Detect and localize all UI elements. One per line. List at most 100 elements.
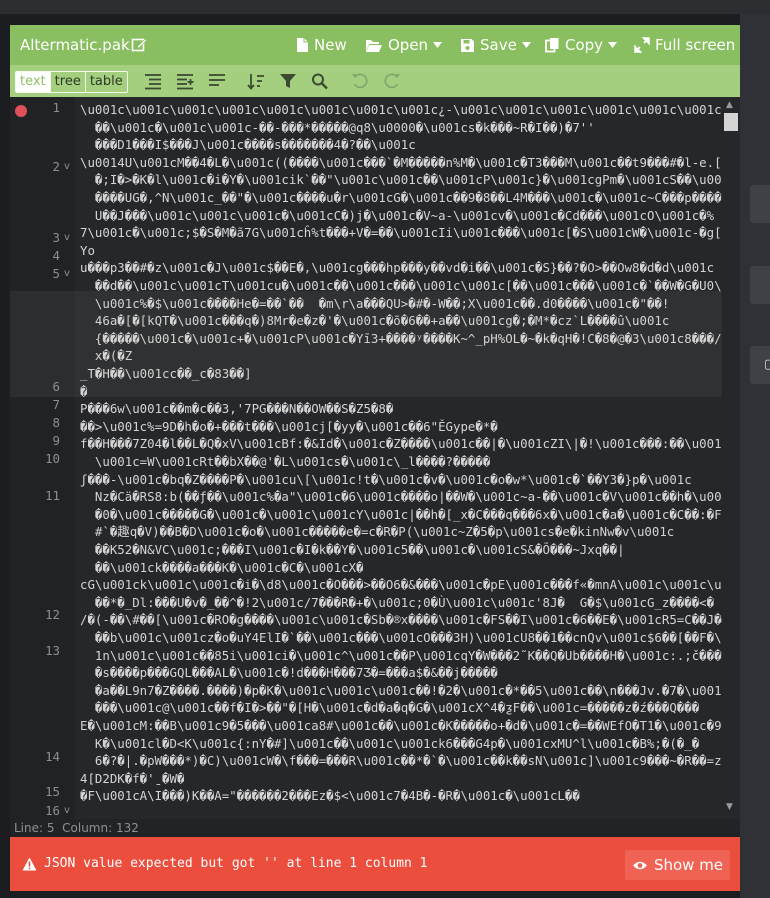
code-line: �;I�>�K�l\u001c�i�Y�\u001cik`��"\u001c\u… xyxy=(94,172,740,188)
code-line: 4[D2DK�f�'ˍ�W� xyxy=(80,770,185,786)
line-number: 16 xyxy=(45,803,60,818)
line-number: 10 xyxy=(45,451,60,466)
code-line: ��d��\u001c\u001cT\u001cu�\u001c��\u001c… xyxy=(94,278,740,293)
line-number: 6 xyxy=(52,379,60,394)
menu-bar: Altermatic.pak New Open Save Copy Full s xyxy=(10,25,740,65)
right-pane xyxy=(740,14,770,898)
code-line: \u001c\u001c\u001c\u001c\u001c\u001c\u00… xyxy=(80,102,740,117)
code-line: U��J���\u001c\u001c\u001c�\u001cC�)j�\u0… xyxy=(80,207,715,223)
code-line: E�\u001cM:��B\u001c9�5���\u001ca8#\u001c… xyxy=(80,718,740,733)
code-line: K�\u001cl�D<K\u001c{:nY�#]\u001c��\u001c… xyxy=(80,735,700,751)
error-marker-icon[interactable] xyxy=(15,105,27,117)
status-bar: Line: 5 Column: 132 xyxy=(10,819,740,837)
code-line: �a��L9n7�Z����.����)�p�K�\u001c\u001c\u0… xyxy=(80,682,730,698)
code-line: \u001c%�$\u001c����He�=��`�� �m\r\a���QU… xyxy=(80,295,670,311)
editor-toolbar: text tree table xyxy=(10,65,740,97)
full-screen-label: Full screen xyxy=(655,36,736,54)
code-line: ʃ���-\u001c�bq�Z����P�\u001cu\[\u001c!t�… xyxy=(80,471,692,487)
code-line: cG\u001ck\u001c\u001c�i�\d8\u001c�O���>�… xyxy=(80,577,740,593)
chevron-down-icon xyxy=(521,42,531,48)
mode-switcher: text tree table xyxy=(15,71,128,93)
code-line: ��b\u001c\u001cz�o�uY4ElI�`��\u001c���\u… xyxy=(80,630,740,645)
copy-label: Copy xyxy=(565,36,604,54)
filter-icon[interactable] xyxy=(278,72,298,90)
line-number: 11 xyxy=(45,488,60,503)
mode-table[interactable]: table xyxy=(84,72,127,92)
full-screen-button[interactable]: Full screen xyxy=(634,34,735,56)
right-pane-button[interactable] xyxy=(750,185,770,223)
code-line: P���6w\u001c��m�c��3,'7PG���N��OW��S�Z5�… xyxy=(80,401,394,417)
redo-icon[interactable] xyxy=(382,72,402,90)
mode-text[interactable]: text xyxy=(16,72,50,92)
code-line: \u0014U\u001cM��4�L�\u001c((����\u001c��… xyxy=(80,154,740,170)
line-number: 8 xyxy=(52,415,60,430)
compact-icon[interactable] xyxy=(175,72,195,90)
document-title: Altermatic.pak xyxy=(20,36,130,54)
code-line: ����UG�,^N\u001c_��"�\u001c����u�r\u001c… xyxy=(94,190,740,205)
code-line: 6�?�|.�pW���*)�C)\u001cW�\f���=���R\u001… xyxy=(80,753,740,769)
expand-icon xyxy=(634,37,650,53)
copy-button[interactable]: Copy xyxy=(545,34,618,56)
cursor-column: Column: 132 xyxy=(62,821,139,835)
warning-icon xyxy=(22,857,37,871)
code-line: \u001c=W\u001cRt��bX��@'�L\u001cs�\u001c… xyxy=(80,454,491,469)
code-line: /�(-��\#��[\u001c�RO�g����\u001c\u001c�S… xyxy=(80,612,740,628)
code-line: f��H���7Z04�l��L�Q�xV\u001cBf:�&Id�\u001… xyxy=(80,436,740,452)
error-message: JSON value expected but got '' at line 1… xyxy=(44,856,428,871)
open-button[interactable]: Open xyxy=(365,34,443,56)
save-button[interactable]: Save xyxy=(460,34,531,56)
code-editor[interactable]: 12v3v45v678910111213141516v17 \u001c\u00… xyxy=(10,97,740,819)
fold-toggle-icon[interactable]: v xyxy=(64,231,70,245)
code-line: ��*�_Dl:���U�v�_��^�!2\u001c/7���R�+�\u0… xyxy=(80,594,715,610)
scrollbar-thumb[interactable] xyxy=(724,113,738,131)
edit-title-icon[interactable] xyxy=(131,37,147,53)
fold-toggle-icon[interactable]: v xyxy=(64,804,70,818)
line-number: 9 xyxy=(52,433,60,448)
code-line: 1n\u001c\u001c��85i\u001ci�\u001c^\u001c… xyxy=(94,647,740,663)
vertical-scrollbar[interactable] xyxy=(722,97,740,819)
show-me-button[interactable]: Show me xyxy=(625,850,730,880)
new-file-icon xyxy=(297,38,308,52)
code-line: Nz�Cä�RS8:b(��ƒ��\u001c%�a"\u001c�6\u001… xyxy=(94,489,740,505)
folder-open-icon xyxy=(366,39,382,52)
line-number: 14 xyxy=(45,749,60,764)
line-number: 13 xyxy=(45,643,60,658)
eye-icon xyxy=(632,861,647,869)
code-line: �0�\u001c�����G�\u001c�\u001c\u001cY\u00… xyxy=(80,506,740,522)
line-number: 15 xyxy=(45,784,60,799)
line-number: 4 xyxy=(52,248,60,263)
code-line: Yo xyxy=(80,242,95,258)
sort-icon[interactable] xyxy=(246,72,266,90)
json-editor-panel: Altermatic.pak New Open Save Copy Full s xyxy=(10,25,740,891)
new-button[interactable]: New xyxy=(296,34,347,56)
repair-icon[interactable] xyxy=(207,72,227,90)
line-number: 7 xyxy=(52,397,60,412)
mode-tree[interactable]: tree xyxy=(49,72,85,92)
cursor-line: Line: 5 xyxy=(14,821,55,835)
chevron-down-icon xyxy=(433,42,443,48)
right-pane-copy-icon[interactable]: ▢ xyxy=(750,346,770,384)
code-line: ��>\u001c%=9D�h�o�+���t���\u001cj[�yy�\u… xyxy=(80,418,498,434)
save-icon xyxy=(461,38,474,52)
code-line: #`�趣q�V)��B�D\u001c�o�\u001c�����e�=c�R�… xyxy=(80,524,675,540)
scroll-down-icon[interactable]: ▼ xyxy=(726,802,733,812)
code-line: 46a�[�[kQT�\u001c���q�)8Mr�e�z�'�\u001c�… xyxy=(80,313,670,329)
line-number: 3 xyxy=(52,230,60,245)
chevron-down-icon xyxy=(608,42,618,48)
format-icon[interactable] xyxy=(143,72,163,90)
code-line: �s����p���GQL���AL�\u001c�!d���H���7Ӡ�=�… xyxy=(80,665,498,681)
fold-toggle-icon[interactable]: v xyxy=(64,267,70,281)
search-icon[interactable] xyxy=(310,72,330,90)
code-line: x�(�Z xyxy=(80,348,133,364)
code-line: {�����\u001c�\u001c+�\u001cP\u001c�Yī3+�… xyxy=(80,330,722,346)
line-number: 5 xyxy=(52,266,60,281)
line-number: 2 xyxy=(52,159,60,174)
code-line: ���\u001c@\u001c��f�I�>��"�[H�\u001c�d�a… xyxy=(80,700,700,716)
fold-toggle-icon[interactable]: v xyxy=(64,160,70,174)
scroll-up-icon[interactable]: ▲ xyxy=(726,100,733,110)
undo-icon[interactable] xyxy=(350,72,370,90)
right-pane-button[interactable] xyxy=(750,266,770,304)
code-line: ��K52�N&VC\u001c;���I\u001c�I�k��Y�\u001… xyxy=(80,542,625,557)
code-line: ��\u001c�\u001c\u001c-��-���*�����@q8\u0… xyxy=(80,119,595,135)
copy-icon xyxy=(545,38,559,53)
